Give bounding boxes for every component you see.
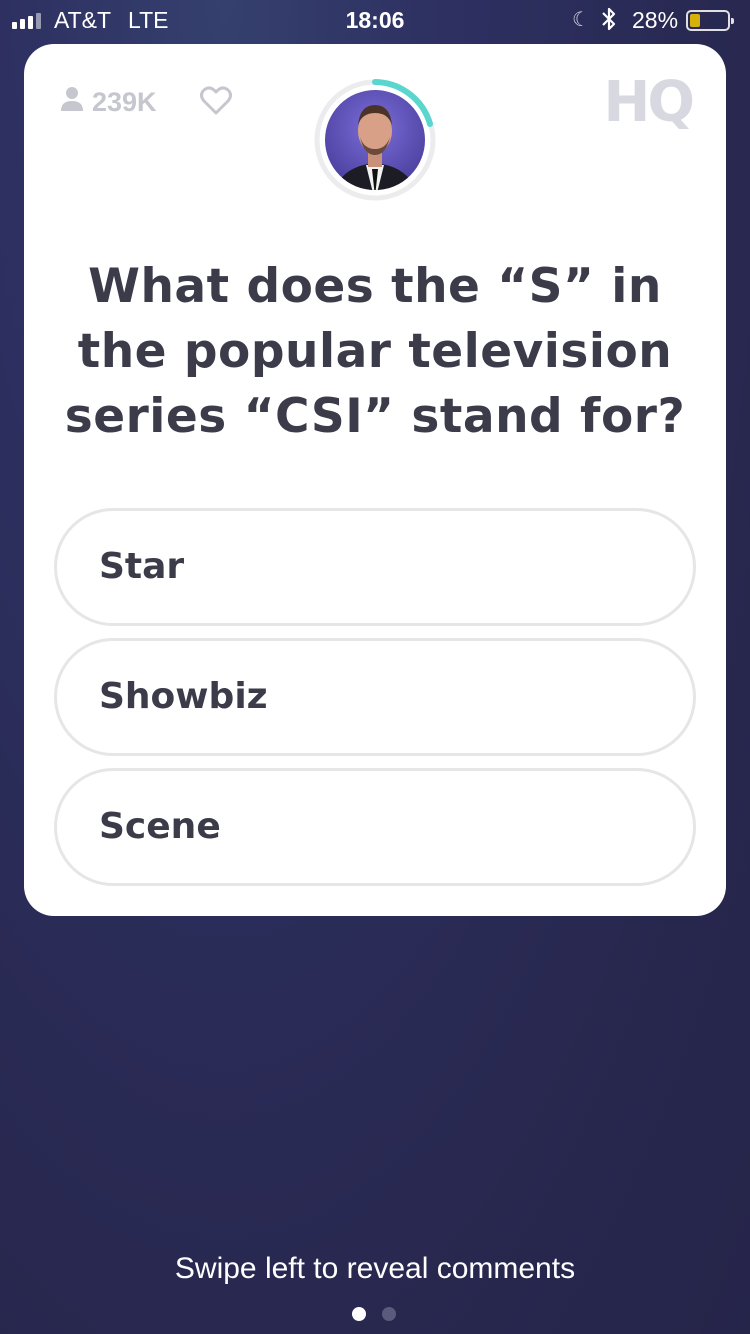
moon-icon: ☾ xyxy=(572,7,590,31)
answer-label: Star xyxy=(99,546,185,587)
battery-level xyxy=(690,14,701,27)
answer-label: Showbiz xyxy=(99,676,268,717)
page-dot-inactive[interactable] xyxy=(382,1307,396,1321)
answer-option-2[interactable]: Showbiz xyxy=(54,638,696,756)
page-indicator[interactable] xyxy=(352,1307,396,1321)
bluetooth-icon xyxy=(600,5,618,39)
question-text: What does the “S” in the popular televis… xyxy=(64,259,686,444)
user-icon xyxy=(60,86,84,119)
viewer-count: 239K xyxy=(60,86,157,119)
swipe-hint: Swipe left to reveal comments xyxy=(174,1252,576,1285)
host-avatar xyxy=(314,79,436,201)
question-card: 239K HQ What does the “S” in the popular… xyxy=(24,44,726,916)
answer-option-3[interactable]: Scene xyxy=(54,768,696,886)
answer-label: Scene xyxy=(99,806,221,847)
battery-icon xyxy=(686,10,734,31)
answer-option-1[interactable]: Star xyxy=(54,508,696,626)
heart-icon[interactable] xyxy=(200,86,232,120)
page-dot-active[interactable] xyxy=(352,1307,366,1321)
viewer-count-label: 239K xyxy=(92,87,157,117)
battery-percent: 28% xyxy=(632,7,679,33)
status-bar: AT&T LTE 18:06 ☾ 28% xyxy=(0,0,750,42)
hq-logo: HQ xyxy=(603,70,696,135)
